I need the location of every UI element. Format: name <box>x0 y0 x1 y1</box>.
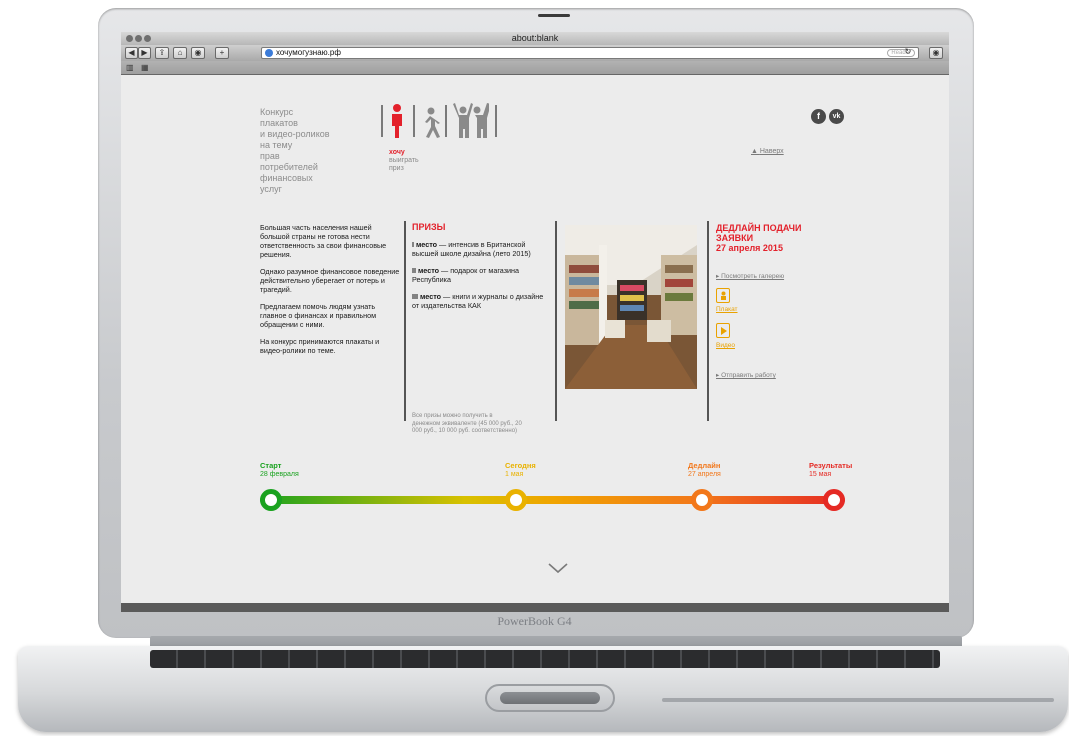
site-title-line: финансовых <box>260 173 313 183</box>
timeline-node-results <box>823 489 845 511</box>
chevron-down-icon[interactable] <box>547 562 569 574</box>
web-page: Конкурс плакатов и видео-роликов на тему… <box>121 75 949 603</box>
play-icon <box>720 326 727 335</box>
deadline-section: ДЕДЛАЙН ПОДАЧИ ЗАЯВКИ 27 апреля 2015 <box>716 223 836 254</box>
pictogram-caption-line: выиграть <box>389 157 419 164</box>
window-title: about:blank <box>511 33 559 43</box>
reload-icon[interactable]: ↻ <box>903 47 913 59</box>
site-title-line: услуг <box>260 184 282 194</box>
site-title-line: Конкурс <box>260 107 294 117</box>
running-person-icon[interactable] <box>419 107 441 139</box>
site-title-line: на тему <box>260 140 293 150</box>
column-divider <box>555 221 557 421</box>
forward-button[interactable]: ▶ <box>138 47 151 59</box>
browser-toolbar: ◀ ▶ ⇪ ⌂ ◉ + хочумогузнаю.рф Reader ↻ ◉ <box>121 45 949 61</box>
deadline-date: 27 апреля 2015 <box>716 243 783 253</box>
gallery-link-label: Посмотреть галерею <box>721 273 785 280</box>
column-divider <box>404 221 406 421</box>
share-icon[interactable]: ⇪ <box>155 47 169 59</box>
prize-place: I место <box>412 240 438 249</box>
stage-label-today: Сегодня <box>505 461 536 470</box>
poster-link[interactable]: Плакат <box>716 306 738 313</box>
timeline-node-deadline <box>691 489 713 511</box>
column-divider <box>707 221 709 421</box>
deadline-heading: ЗАЯВКИ <box>716 233 754 243</box>
prizes-heading: ПРИЗЫ <box>412 222 446 232</box>
intro-paragraph: Однако разумное финансовое поведение дей… <box>260 267 400 294</box>
facebook-icon[interactable]: f <box>811 109 826 124</box>
divider <box>445 105 447 137</box>
site-title: Конкурс плакатов и видео-роликов на тему… <box>260 107 360 195</box>
poster-icon[interactable] <box>716 288 730 303</box>
submit-work-link[interactable]: ▸ Отправить работу <box>716 371 776 379</box>
divider <box>413 105 415 137</box>
video-link[interactable]: Видео <box>716 342 735 349</box>
laptop-brand-label: PowerBook G4 <box>497 614 572 628</box>
home-icon[interactable]: ⌂ <box>173 47 187 59</box>
stage-date-deadline: 27 апреля <box>688 471 721 478</box>
prize-place: II место <box>412 266 440 275</box>
laptop-keyboard <box>150 650 940 668</box>
pictogram-caption: хочу выиграть приз <box>389 149 419 173</box>
address-bar[interactable]: хочумогузнаю.рф Reader <box>261 47 919 59</box>
window-titlebar: about:blank <box>121 32 949 45</box>
stage-date-results: 15 мая <box>809 471 832 478</box>
submit-work-label: Отправить работу <box>721 372 776 379</box>
prize-item: III место — книги и журналы о дизайне от… <box>412 292 552 310</box>
intro-paragraph: Большая часть населения нашей большой ст… <box>260 223 387 259</box>
bookmarks-bar: ▥ ▦ <box>121 61 949 75</box>
back-to-top-link[interactable]: ▲ Наверх <box>751 148 784 155</box>
prize-item: I место — интенсив в Британской высшей ш… <box>412 240 552 258</box>
store-photo[interactable] <box>565 225 697 389</box>
stage-label-start: Старт <box>260 461 282 470</box>
video-icon[interactable] <box>716 323 730 338</box>
stage-label-results: Результаты <box>809 461 853 470</box>
laptop-screen: about:blank ◀ ▶ ⇪ ⌂ ◉ + хочумогузнаю.рф … <box>121 32 949 612</box>
globe-icon <box>265 49 273 57</box>
gallery-link[interactable]: ▸ Посмотреть галерею <box>716 272 784 280</box>
prizes-section: ПРИЗЫ I место — интенсив в Британской вы… <box>412 223 552 318</box>
address-text: хочумогузнаю.рф <box>276 48 341 57</box>
laptop-trackpad-button <box>500 692 600 704</box>
stage-date-today: 1 мая <box>505 471 524 478</box>
sidebar-icon[interactable]: ▥ <box>126 63 134 72</box>
intro-text: Большая часть населения нашей большой ст… <box>260 223 400 363</box>
divider <box>495 105 497 137</box>
pictogram-caption-title: хочу <box>389 149 405 156</box>
add-tab-icon[interactable]: + <box>215 47 229 59</box>
download-icon[interactable]: ◉ <box>929 47 943 59</box>
screen-bottom-bezel <box>121 603 949 612</box>
prize-place: III место <box>412 292 442 301</box>
timeline-node-start <box>260 489 282 511</box>
want-person-icon[interactable] <box>387 103 407 139</box>
laptop-optical-slot <box>662 698 1054 702</box>
history-icon[interactable]: ◉ <box>191 47 205 59</box>
pictogram-nav <box>381 103 511 143</box>
celebrating-people-icon[interactable] <box>451 103 489 139</box>
site-title-line: потребителей <box>260 162 318 172</box>
timeline-bar <box>260 496 845 504</box>
poster-person-icon <box>720 291 726 300</box>
back-button[interactable]: ◀ <box>125 47 138 59</box>
vk-icon[interactable]: vk <box>829 109 844 124</box>
timeline-node-today <box>505 489 527 511</box>
site-title-line: плакатов <box>260 118 298 128</box>
prize-item: II место — подарок от магазина Республик… <box>412 266 552 284</box>
site-title-line: и видео-роликов <box>260 129 330 139</box>
store-photo-image <box>565 225 697 389</box>
site-title-line: прав <box>260 151 280 161</box>
intro-paragraph: Предлагаем помочь людям узнать главное о… <box>260 302 377 329</box>
divider <box>381 105 383 137</box>
prizes-note: Все призы можно получить в денежном экви… <box>412 413 522 434</box>
intro-paragraph: На конкурс принимаются плакаты и видео-р… <box>260 337 380 355</box>
stage-date-start: 28 февраля <box>260 471 299 478</box>
stage-label-deadline: Дедлайн <box>688 461 721 470</box>
deadline-heading: ДЕДЛАЙН ПОДАЧИ <box>716 223 802 233</box>
pictogram-caption-line: приз <box>389 165 404 172</box>
back-to-top-label: Наверх <box>759 148 784 155</box>
lid-notch <box>538 14 570 17</box>
top-sites-icon[interactable]: ▦ <box>141 63 149 72</box>
